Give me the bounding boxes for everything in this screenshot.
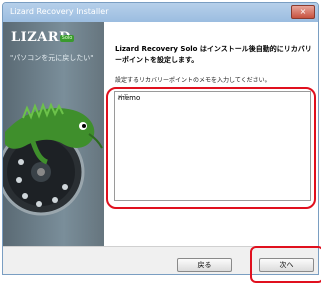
content-area: Lizard Recovery Solo はインストール後自動的にリカバリーポイ…	[104, 22, 318, 246]
next-button[interactable]: 次へ	[259, 258, 314, 272]
instruction-text: 設定するリカバリーポイントのメモを入力してください。	[115, 77, 271, 84]
title-bar: Lizard Recovery Installer ×	[3, 3, 318, 22]
back-button[interactable]: 戻る	[177, 258, 232, 272]
footer-bar: 戻る 次へ	[3, 246, 318, 274]
lizard-disc-illustration	[3, 102, 103, 216]
installer-window: Lizard Recovery Installer × LIZARD Solo …	[2, 2, 319, 275]
page-heading: Lizard Recovery Solo はインストール後自動的にリカバリーポイ…	[115, 45, 312, 64]
memo-input[interactable]: memo	[114, 91, 311, 201]
brand-panel: LIZARD Solo "パソコンを元に戻したい"	[3, 22, 104, 246]
memo-label: メモ	[117, 94, 130, 101]
window-title: Lizard Recovery Installer	[10, 7, 109, 16]
close-button[interactable]: ×	[291, 5, 315, 19]
